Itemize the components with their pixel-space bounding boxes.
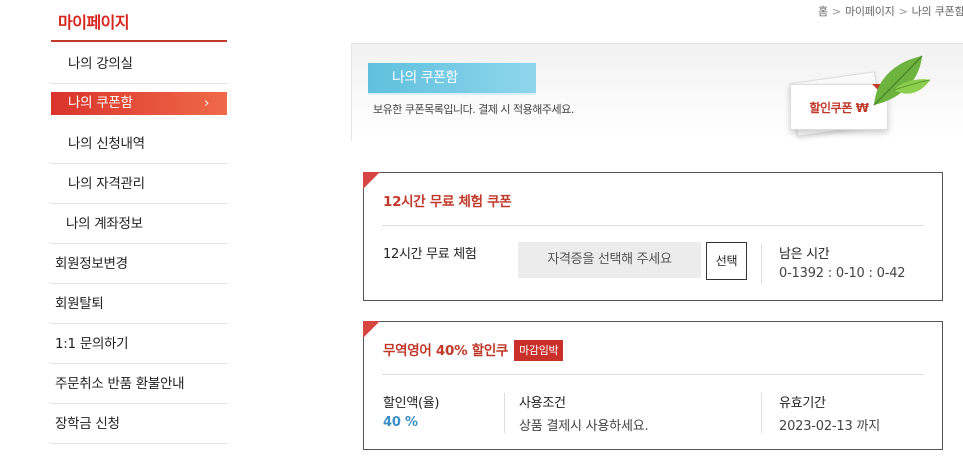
coupon-header: 12시간 무료 체험 쿠폰: [382, 173, 924, 226]
sidebar-item-scholarship[interactable]: 장학금 신청: [51, 404, 227, 444]
sidebar-item-applications[interactable]: 나의 신청내역: [51, 124, 227, 164]
breadcrumb-current: 나의 쿠폰함: [911, 5, 963, 18]
breadcrumb-mypage[interactable]: 마이페이지: [845, 5, 895, 18]
condition-value: 상품 결제시 사용하세요.: [519, 419, 649, 434]
deadline-badge: 마감임박: [514, 340, 564, 361]
sidebar: 마이페이지 나의 강의실 나의 쿠폰함 › 나의 신청내역 나의 자격관리 나의…: [51, 0, 227, 444]
sidebar-item-certificates[interactable]: 나의 자격관리: [51, 164, 227, 204]
remaining-time-value: 0-1392 : 0-10 : 0-42: [779, 266, 906, 281]
page-title: 나의 쿠폰함: [368, 63, 536, 93]
breadcrumb: 홈 > 마이페이지 > 나의 쿠폰함: [818, 3, 963, 19]
sidebar-item-edit-profile[interactable]: 회원정보변경: [51, 244, 227, 284]
breadcrumb-separator: >: [898, 5, 908, 18]
certificate-select[interactable]: 자격증을 선택해 주세요: [518, 242, 701, 278]
divider: [504, 393, 505, 433]
page-description: 보유한 쿠폰목록입니다. 결제 시 적용해주세요.: [373, 103, 574, 116]
discount-label: 할인액(율): [383, 396, 440, 411]
page-banner: 나의 쿠폰함 보유한 쿠폰목록입니다. 결제 시 적용해주세요. 할인쿠폰 ₩: [351, 43, 963, 141]
sidebar-item-lecture-room[interactable]: 나의 강의실: [51, 44, 227, 84]
coupon-card-discount: 무역영어 40% 할인쿠 마감임박 할인액(율) 40 % 사용조건 상품 결제시…: [363, 321, 943, 450]
chevron-right-icon: ›: [204, 96, 209, 111]
coupon-card-free-trial: 12시간 무료 체험 쿠폰 12시간 무료 체험 자격증을 선택해 주세요 선택…: [363, 172, 943, 301]
sidebar-title: 마이페이지: [51, 0, 227, 42]
sidebar-item-label: 나의 쿠폰함: [68, 95, 133, 111]
coupon-header: 무역영어 40% 할인쿠 마감임박: [382, 322, 924, 375]
corner-flag-icon: [363, 321, 380, 338]
breadcrumb-separator: >: [831, 5, 841, 18]
remaining-time-label: 남은 시간: [779, 247, 830, 262]
coupon-body: 12시간 무료 체험 자격증을 선택해 주세요 선택 남은 시간 0-1392 …: [364, 226, 942, 296]
validity-value: 2023-02-13 까지: [779, 419, 881, 434]
coupon-illustration-label: 할인쿠폰 ₩: [809, 101, 869, 115]
coupon-title: 무역영어 40% 할인쿠 마감임박: [383, 339, 564, 361]
discount-value: 40 %: [383, 415, 418, 430]
corner-flag-icon: [363, 172, 380, 189]
divider: [761, 393, 762, 433]
sidebar-item-account-info[interactable]: 나의 계좌정보: [51, 204, 227, 244]
coupon-title-text: 무역영어 40% 할인쿠: [383, 343, 509, 359]
coupon-body: 할인액(율) 40 % 사용조건 상품 결제시 사용하세요. 유효기간 2023…: [364, 375, 942, 445]
sidebar-item-inquiry[interactable]: 1:1 문의하기: [51, 324, 227, 364]
sidebar-item-withdraw[interactable]: 회원탈퇴: [51, 284, 227, 324]
validity-label: 유효기간: [779, 396, 826, 411]
select-button[interactable]: 선택: [706, 242, 747, 280]
breadcrumb-home[interactable]: 홈: [818, 5, 828, 18]
coupon-title: 12시간 무료 체험 쿠폰: [383, 194, 512, 210]
sidebar-item-coupon-box[interactable]: 나의 쿠폰함 ›: [51, 92, 227, 115]
condition-label: 사용조건: [519, 396, 566, 411]
sidebar-menu: 나의 강의실 나의 쿠폰함 › 나의 신청내역 나의 자격관리 나의 계좌정보 …: [51, 44, 227, 444]
coupon-name: 12시간 무료 체험: [383, 247, 477, 262]
divider: [761, 244, 762, 284]
leaf-icon: [873, 55, 931, 106]
sidebar-item-refund-guide[interactable]: 주문취소 반품 환불안내: [51, 364, 227, 404]
